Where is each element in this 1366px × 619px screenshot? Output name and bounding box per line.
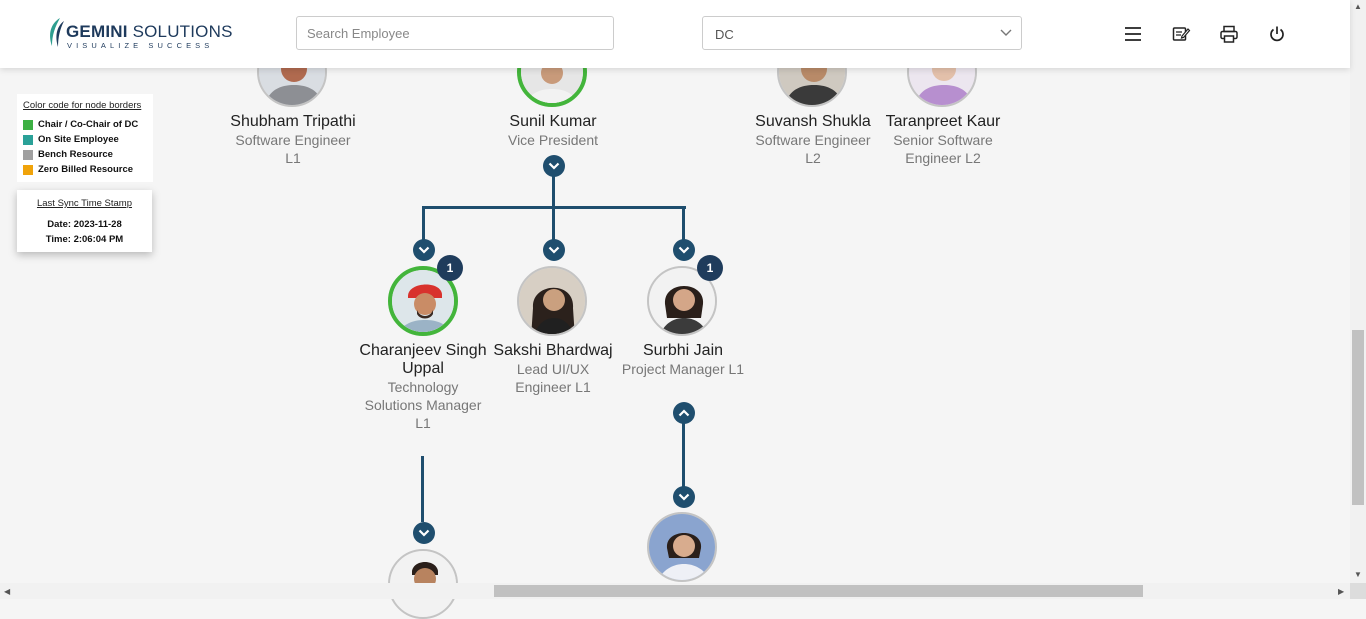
legend-item: Chair / Co-Chair of DC	[23, 117, 153, 132]
avatar[interactable]	[647, 512, 717, 582]
orange-swatch	[23, 164, 33, 175]
chevron-down-icon	[678, 493, 690, 501]
top-header: GEMINI SOLUTIONS VISUALIZE SUCCESS DC	[0, 0, 1350, 68]
employee-role: Senior Software Engineer L2	[893, 132, 993, 166]
scroll-left-arrow-icon[interactable]: ◀	[4, 587, 10, 596]
employee-node: Sunil Kumar Vice President	[488, 113, 618, 149]
department-select-value: DC	[715, 27, 734, 42]
connector-line	[422, 206, 425, 242]
collapse-toggle[interactable]	[413, 239, 435, 261]
teal-swatch	[23, 134, 33, 145]
chevron-up-icon	[678, 409, 690, 417]
department-select[interactable]: DC	[702, 16, 1022, 50]
sync-time: Time: 2:06:04 PM	[45, 234, 124, 245]
connector-line	[682, 422, 685, 488]
print-icon[interactable]	[1219, 24, 1239, 44]
scroll-down-arrow-icon[interactable]: ▼	[1354, 570, 1362, 579]
legend-item: Zero Billed Resource	[23, 162, 153, 177]
connector-line	[682, 206, 685, 242]
last-sync-panel: Last Sync Time Stamp Date: 2023-11-28 Ti…	[17, 190, 152, 252]
employee-name[interactable]: Surbhi Jain	[618, 342, 748, 360]
power-icon[interactable]	[1267, 24, 1287, 44]
chevron-down-icon	[548, 162, 560, 170]
employee-node: Shubham Tripathi Software Engineer L1	[228, 113, 358, 167]
scroll-right-arrow-icon[interactable]: ▶	[1338, 587, 1344, 596]
employee-node: Sakshi Bhardwaj Lead UI/UX Engineer L1	[488, 342, 618, 396]
collapse-toggle[interactable]	[543, 239, 565, 261]
chevron-down-icon	[418, 246, 430, 254]
legend-title: Color code for node borders	[23, 100, 142, 111]
search-employee-input[interactable]	[296, 16, 614, 50]
legend-item-label: Zero Billed Resource	[38, 164, 134, 175]
border-color-legend: Color code for node borders Chair / Co-C…	[17, 94, 153, 182]
employee-node: Surbhi Jain Project Manager L1	[618, 342, 748, 378]
legend-item: Bench Resource	[23, 147, 153, 162]
employee-node: Taranpreet Kaur Senior Software Engineer…	[878, 113, 1008, 167]
green-swatch	[23, 119, 33, 130]
reportee-count-badge: 1	[437, 255, 463, 281]
logo-tagline: VISUALIZE SUCCESS	[67, 41, 214, 50]
chevron-down-icon	[548, 246, 560, 254]
leaf-logo-icon	[50, 18, 64, 47]
collapse-toggle[interactable]	[673, 486, 695, 508]
edit-note-icon[interactable]	[1171, 24, 1191, 44]
gray-swatch	[23, 149, 33, 160]
menu-icon[interactable]	[1123, 24, 1143, 44]
employee-role: Software Engineer L1	[235, 132, 351, 166]
person-photo	[519, 268, 585, 334]
person-photo	[649, 514, 715, 580]
connector-line	[421, 456, 424, 522]
legend-item: On Site Employee	[23, 132, 153, 147]
gemini-solutions-logo[interactable]: GEMINI SOLUTIONS VISUALIZE SUCCESS	[46, 17, 232, 51]
employee-node: Charanjeev Singh Uppal Technology Soluti…	[358, 342, 488, 432]
employee-name[interactable]: Suvansh Shukla	[748, 113, 878, 131]
employee-name[interactable]: Charanjeev Singh Uppal	[358, 342, 488, 378]
legend-item-label: Bench Resource	[38, 149, 113, 160]
connector-line	[552, 176, 555, 210]
chevron-down-icon	[418, 529, 430, 537]
legend-item-label: Chair / Co-Chair of DC	[38, 119, 139, 130]
expand-toggle[interactable]	[673, 402, 695, 424]
logo-title: GEMINI SOLUTIONS	[66, 22, 233, 41]
employee-name[interactable]: Shubham Tripathi	[228, 113, 358, 131]
employee-role: Project Manager L1	[621, 361, 745, 377]
collapse-toggle[interactable]	[673, 239, 695, 261]
employee-node: Suvansh Shukla Software Engineer L2	[748, 113, 878, 167]
employee-name[interactable]: Sunil Kumar	[488, 113, 618, 131]
sync-date: Date: 2023-11-28	[47, 219, 122, 230]
horizontal-scroll-thumb[interactable]	[494, 585, 1143, 597]
collapse-toggle[interactable]	[413, 522, 435, 544]
avatar[interactable]	[517, 266, 587, 336]
employee-role: Technology Solutions Manager L1	[364, 379, 482, 431]
chevron-down-icon	[678, 246, 690, 254]
scrollbar-corner	[1350, 583, 1366, 599]
chevron-down-icon	[1000, 29, 1012, 36]
scroll-up-arrow-icon[interactable]: ▲	[1354, 2, 1362, 11]
employee-role: Software Engineer L2	[755, 132, 871, 166]
employee-role: Lead UI/UX Engineer L1	[515, 361, 591, 395]
reportee-count-badge: 1	[697, 255, 723, 281]
employee-role: Vice President	[507, 132, 598, 148]
connector-line	[552, 206, 555, 242]
legend-item-label: On Site Employee	[38, 134, 119, 145]
vertical-scroll-thumb[interactable]	[1352, 330, 1364, 505]
employee-name[interactable]: Sakshi Bhardwaj	[488, 342, 618, 360]
collapse-toggle[interactable]	[543, 155, 565, 177]
sync-title: Last Sync Time Stamp	[36, 198, 133, 209]
employee-name[interactable]: Taranpreet Kaur	[878, 113, 1008, 131]
